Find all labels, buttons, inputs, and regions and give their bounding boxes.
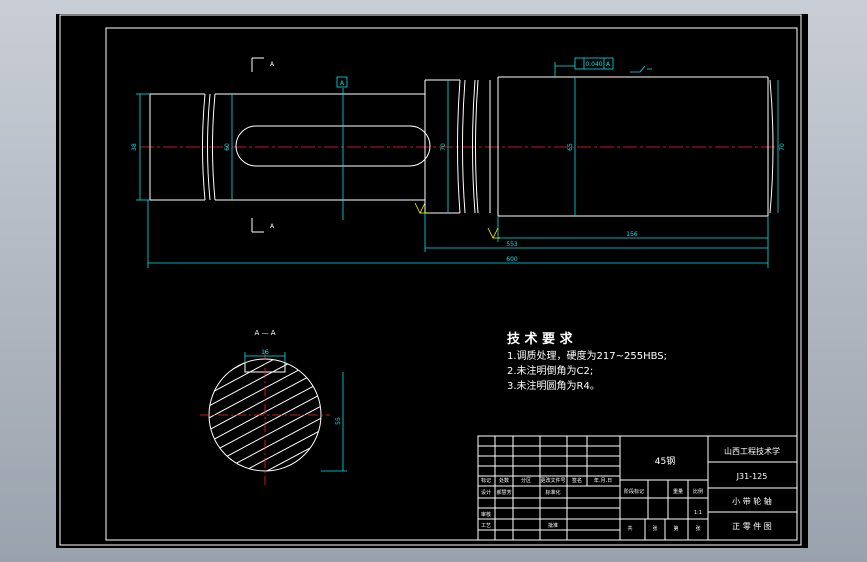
cut-label-bottom: A bbox=[270, 223, 275, 230]
tb-sign: 签名 bbox=[572, 477, 582, 484]
drawing-viewport[interactable]: 38 60 70 65 70 156 553 600 0.040 A A A A… bbox=[56, 14, 808, 548]
roughness-mark-1 bbox=[414, 202, 430, 214]
dim-d-collar: 70 bbox=[440, 143, 447, 151]
dim-len-body: 156 bbox=[626, 231, 638, 238]
tb-approve: 批准 bbox=[548, 522, 558, 529]
section-label: A — A bbox=[254, 329, 275, 337]
tb-scale-val: 1:1 bbox=[694, 510, 702, 516]
tech-line-3: 3.未注明圆角为R4。 bbox=[507, 379, 600, 392]
tb-total: 共 bbox=[627, 525, 632, 532]
tb-stage: 阶段标记 bbox=[624, 488, 644, 495]
dim-len-mid: 553 bbox=[506, 241, 518, 248]
inner-border bbox=[105, 27, 798, 541]
tb-zone: 分区 bbox=[521, 477, 531, 484]
tb-date: 年.月.日 bbox=[594, 477, 612, 484]
tolerance-frame: 0.040 A bbox=[574, 57, 652, 73]
tolerance-datum: A bbox=[606, 61, 611, 68]
roughness-symbol bbox=[630, 65, 652, 73]
tb-standardize: 标准化 bbox=[545, 489, 560, 496]
tb-number: 第 bbox=[673, 525, 678, 532]
title-drawing-type: 正 零 件 图 bbox=[732, 521, 772, 531]
dim-d-body: 65 bbox=[567, 143, 574, 151]
tb-process: 工艺 bbox=[481, 523, 491, 529]
title-material: 45钢 bbox=[655, 455, 675, 467]
section-dims: 16 55 bbox=[244, 349, 347, 472]
title-drawing-no: J31-125 bbox=[736, 472, 768, 481]
dim-len-total: 600 bbox=[506, 256, 518, 263]
tb-mark: 标记 bbox=[481, 477, 491, 484]
tb-change-no: 更改文件号 bbox=[540, 477, 565, 484]
section-depth-dim: 55 bbox=[335, 417, 342, 425]
tb-sheet-unit-2: 张 bbox=[695, 525, 700, 532]
tech-line-1: 1.调质处理，硬度为217~255HBS; bbox=[507, 349, 667, 362]
dimension-lines bbox=[136, 62, 779, 268]
shaft-outline bbox=[149, 76, 774, 217]
keyway-slot bbox=[235, 125, 431, 167]
dim-d-left: 38 bbox=[131, 143, 138, 151]
tb-scale: 比例 bbox=[693, 488, 703, 495]
dim-d-right: 70 bbox=[779, 143, 786, 151]
title-school: 山西工程技术学 bbox=[724, 446, 780, 456]
tb-review: 审核 bbox=[481, 511, 491, 518]
tolerance-value: 0.040 bbox=[585, 61, 602, 68]
cut-label-top: A bbox=[270, 61, 275, 68]
tb-design: 设计 bbox=[481, 489, 491, 496]
tech-line-2: 2.未注明倒角为C2; bbox=[507, 364, 593, 377]
tb-sheet-unit-1: 张 bbox=[652, 525, 657, 532]
dim-d-key: 60 bbox=[224, 143, 231, 151]
title-part-name: 小 带 轮 轴 bbox=[732, 496, 772, 506]
section-width-dim: 16 bbox=[261, 349, 269, 356]
datum-label: A bbox=[340, 80, 345, 87]
tb-design-name: 郝慧芳 bbox=[496, 489, 511, 496]
tb-weight: 重量 bbox=[673, 488, 683, 495]
section-cut-marks: A A bbox=[251, 57, 275, 233]
dimension-texts: 38 60 70 65 70 156 553 600 bbox=[131, 143, 786, 263]
tech-requirements-title: 技 术 要 求 bbox=[507, 331, 574, 347]
cad-drawing: 38 60 70 65 70 156 553 600 0.040 A A A A… bbox=[59, 14, 802, 546]
tb-count: 处数 bbox=[499, 477, 509, 484]
